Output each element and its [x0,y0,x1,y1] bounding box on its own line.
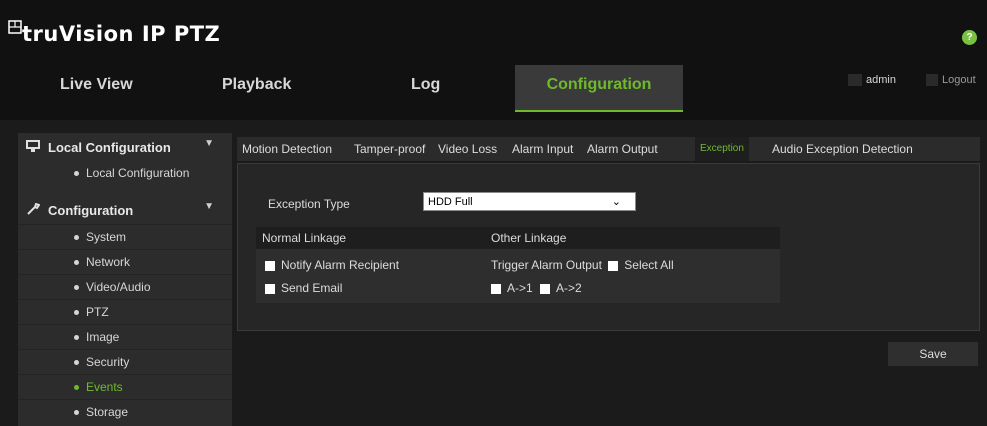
normal-linkage-header: Normal Linkage [256,227,491,249]
sidebar-header-local-configuration[interactable]: Local Configuration ▼ [18,133,232,161]
logout-button[interactable]: Logout [926,74,976,87]
bullet-icon [74,385,79,390]
select-all-checkbox[interactable] [608,260,619,271]
tab-exception[interactable]: Exception [695,137,749,161]
tab-alarm-input[interactable]: Alarm Input [507,137,578,161]
tab-playback[interactable]: Playback [222,65,332,110]
bullet-icon [74,235,79,240]
sidebar-item-system[interactable]: System [18,224,232,250]
bullet-icon [74,310,79,315]
chevron-down-icon: ⌄ [611,196,621,208]
output-a1-checkbox[interactable] [491,283,501,294]
alarm-output-options: A->1 A->2 [491,281,582,295]
output-a1-label: A->1 [507,281,533,295]
sidebar-item-label: Events [86,380,123,394]
tab-configuration[interactable]: Configuration [515,65,683,112]
logout-icon [926,74,938,87]
bullet-icon [74,360,79,365]
sidebar-header-label: Local Configuration [48,140,171,155]
tab-motion-detection[interactable]: Motion Detection [237,137,337,161]
other-linkage-header: Other Linkage [485,227,780,249]
notify-alarm-recipient-label: Notify Alarm Recipient [281,258,400,272]
username: admin [866,74,896,86]
wrench-icon [27,203,40,215]
sidebar-item-video-audio[interactable]: Video/Audio [18,274,232,300]
trigger-alarm-output-row: Trigger Alarm Output Select All [491,258,674,272]
sidebar-item-label: Video/Audio [86,280,151,294]
tab-live-view[interactable]: Live View [60,65,170,110]
truvision-logo-icon [8,20,22,34]
notify-alarm-recipient-checkbox[interactable] [265,260,275,271]
user-icon [848,74,862,87]
sidebar-item-network[interactable]: Network [18,249,232,275]
bullet-icon [74,410,79,415]
sidebar-item-ptz[interactable]: PTZ [18,299,232,325]
event-subtabs: Motion Detection Tamper-proof Video Loss… [237,137,980,161]
tab-alarm-output[interactable]: Alarm Output [582,137,663,161]
notify-alarm-recipient-option[interactable]: Notify Alarm Recipient [265,258,399,272]
send-email-checkbox[interactable] [265,283,275,294]
output-a2-label: A->2 [556,281,582,295]
select-all-label: Select All [624,258,674,272]
tab-audio-exception-detection[interactable]: Audio Exception Detection [767,137,918,161]
bullet-icon [74,335,79,340]
tab-video-loss[interactable]: Video Loss [433,137,502,161]
bullet-icon [74,171,79,176]
send-email-label: Send Email [281,281,343,295]
sidebar-item-label: PTZ [86,305,109,319]
exception-type-value: HDD Full [428,196,473,208]
sidebar-item-storage[interactable]: Storage [18,399,232,425]
sidebar-item-label: Security [86,355,130,369]
tab-tamper-proof[interactable]: Tamper-proof [349,137,430,161]
logout-label: Logout [942,74,976,86]
sidebar-item-security[interactable]: Security [18,349,232,375]
sidebar-item-label: Local Configuration [86,166,190,180]
top-bar: truVision IP PTZ ? Live View Playback Lo… [0,0,987,120]
sidebar: Local Configuration ▼ Local Configuratio… [18,133,232,426]
sidebar-header-label: Configuration [48,203,134,218]
user-menu[interactable]: admin [848,74,896,87]
sidebar-item-label: Storage [86,405,129,419]
sidebar-item-label: System [86,230,127,244]
output-a2-checkbox[interactable] [540,283,551,294]
chevron-down-icon: ▼ [204,138,214,149]
sidebar-item-local-configuration[interactable]: Local Configuration [18,161,232,186]
tab-log[interactable]: Log [411,65,471,110]
sidebar-item-label: Image [86,330,120,344]
sidebar-item-image[interactable]: Image [18,324,232,350]
linkage-table: Normal Linkage Other Linkage Notify Alar… [256,227,780,303]
sidebar-item-label: Network [86,255,131,269]
exception-type-label: Exception Type [268,197,350,211]
help-icon[interactable]: ? [962,30,977,45]
exception-type-select[interactable]: HDD Full ⌄ [423,192,636,211]
sidebar-item-events[interactable]: Events [18,374,232,400]
chevron-down-icon: ▼ [204,201,214,212]
app-title: truVision IP PTZ [22,22,221,46]
trigger-alarm-output-label: Trigger Alarm Output [491,258,602,272]
bullet-icon [74,260,79,265]
monitor-icon [26,140,40,152]
bullet-icon [74,285,79,290]
send-email-option[interactable]: Send Email [265,281,342,295]
save-button[interactable]: Save [888,342,978,366]
sidebar-header-configuration[interactable]: Configuration ▼ [18,196,232,224]
